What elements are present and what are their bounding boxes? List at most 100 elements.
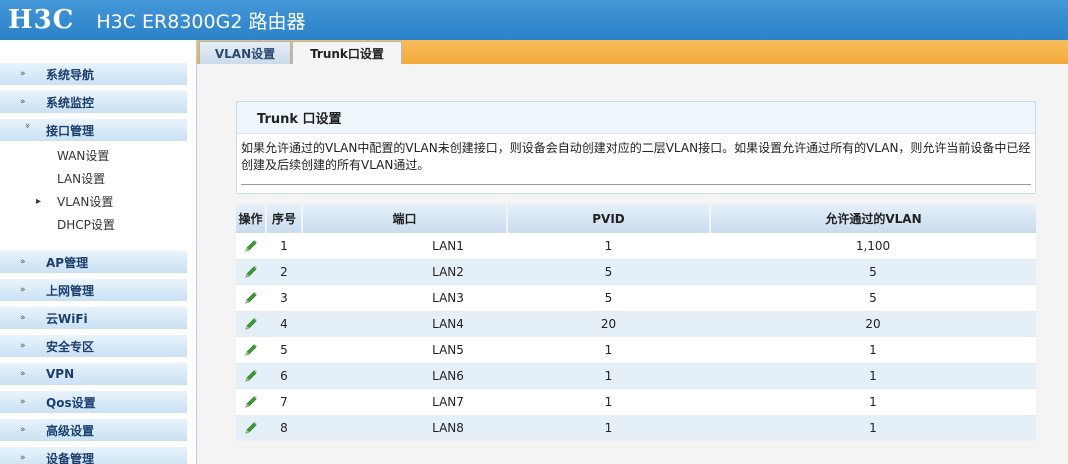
cell-seq: 5 [266, 337, 302, 363]
cell-port: LAN2 [302, 259, 507, 285]
cell-port: LAN4 [302, 311, 507, 337]
cell-pvid: 5 [507, 259, 710, 285]
edit-pencil-icon[interactable] [243, 343, 259, 357]
cell-port: LAN3 [302, 285, 507, 311]
sidebar-item-label: 高级设置 [46, 423, 95, 438]
cell-port: LAN5 [302, 337, 507, 363]
cell-allowed-vlan: 20 [710, 311, 1036, 337]
col-header-pvid: PVID [507, 204, 711, 233]
table-row: 5 LAN5 1 1 [236, 337, 1036, 363]
sidebar-item-label: 接口管理 [46, 123, 95, 138]
sidebar-item-label: 系统导航 [46, 67, 95, 82]
edit-pencil-icon[interactable] [243, 239, 259, 253]
sidebar-item-label: 系统监控 [46, 95, 95, 110]
sidebar-subitem-vlan[interactable]: ▸ VLAN设置 [0, 191, 187, 211]
double-chevron-icon: » [20, 257, 26, 267]
edit-pencil-icon[interactable] [243, 369, 259, 383]
edit-pencil-icon[interactable] [243, 265, 259, 279]
edit-pencil-cell [236, 285, 266, 311]
cell-allowed-vlan: 1 [710, 415, 1036, 441]
edit-pencil-cell [236, 259, 266, 285]
double-chevron-icon: » [20, 97, 26, 107]
edit-pencil-icon[interactable] [243, 421, 259, 435]
cell-pvid: 1 [507, 363, 710, 389]
table-row: 1 LAN1 1 1,100 [236, 233, 1036, 259]
cell-allowed-vlan: 5 [710, 285, 1036, 311]
edit-pencil-icon[interactable] [243, 317, 259, 331]
divider [241, 184, 1031, 185]
sidebar-subitem-lan[interactable]: LAN设置 [0, 168, 187, 188]
double-chevron-down-icon: » [22, 123, 32, 129]
panel-description: 如果允许通过的VLAN中配置的VLAN未创建接口，则设备会自动创建对应的二层VL… [241, 141, 1031, 172]
double-chevron-icon: » [20, 453, 26, 463]
sidebar-item-system-monitor[interactable]: » 系统监控 [0, 91, 187, 113]
double-chevron-icon: » [20, 369, 26, 379]
double-chevron-icon: » [20, 425, 26, 435]
cell-port: LAN7 [302, 389, 507, 415]
sidebar-item-cloud-wifi[interactable]: » 云WiFi [0, 307, 187, 329]
sidebar-item-advanced[interactable]: » 高级设置 [0, 419, 187, 441]
sidebar-item-vpn[interactable]: » VPN [0, 363, 187, 385]
cell-allowed-vlan: 1,100 [710, 233, 1036, 259]
trunk-port-table: 操作 序号 端口 PVID 允许通过的VLAN 1 LAN1 1 1,100 2 LAN2… [236, 204, 1036, 441]
table-row: 3 LAN3 5 5 [236, 285, 1036, 311]
cell-pvid: 1 [507, 415, 710, 441]
double-chevron-icon: » [20, 69, 26, 79]
sidebar-item-label: 上网管理 [46, 283, 95, 298]
double-chevron-icon: » [20, 397, 26, 407]
tab-bar: VLAN设置 Trunk口设置 [197, 40, 1068, 64]
sidebar-item-security[interactable]: » 安全专区 [0, 335, 187, 357]
sidebar-subitem-label: DHCP设置 [57, 217, 115, 232]
cell-seq: 1 [266, 233, 302, 259]
sidebar-subitem-label: WAN设置 [57, 148, 110, 163]
cell-pvid: 1 [507, 233, 710, 259]
col-header-op: 操作 [236, 204, 267, 233]
cell-port: LAN6 [302, 363, 507, 389]
cell-seq: 7 [266, 389, 302, 415]
table-header-row: 操作 序号 端口 PVID 允许通过的VLAN [236, 204, 1036, 233]
sidebar-item-label: AP管理 [46, 255, 89, 270]
sidebar-subitem-label: VLAN设置 [57, 194, 114, 209]
sidebar-item-internet-mgmt[interactable]: » 上网管理 [0, 279, 187, 301]
panel-title: Trunk 口设置 [237, 102, 1035, 134]
sidebar-item-ap-mgmt[interactable]: » AP管理 [0, 251, 187, 273]
table-row: 2 LAN2 5 5 [236, 259, 1036, 285]
cell-pvid: 5 [507, 285, 710, 311]
sidebar-item-label: 安全专区 [46, 339, 95, 354]
cell-pvid: 1 [507, 337, 710, 363]
tab-vlan-settings[interactable]: VLAN设置 [199, 41, 291, 64]
top-header: H3C H3C ER8300G2 路由器 [0, 0, 1068, 40]
cell-seq: 4 [266, 311, 302, 337]
table-row: 7 LAN7 1 1 [236, 389, 1036, 415]
sidebar-nav: » 系统导航 » 系统监控 » 接口管理 WAN设置 LAN设置 ▸ VLAN设… [0, 40, 197, 464]
edit-pencil-cell [236, 233, 266, 259]
cell-seq: 3 [266, 285, 302, 311]
edit-pencil-icon[interactable] [243, 395, 259, 409]
cell-allowed-vlan: 1 [710, 389, 1036, 415]
double-chevron-icon: » [20, 285, 26, 295]
table-row: 4 LAN4 20 20 [236, 311, 1036, 337]
cell-pvid: 1 [507, 389, 710, 415]
sidebar-subitem-dhcp[interactable]: DHCP设置 [0, 214, 187, 234]
table-row: 8 LAN8 1 1 [236, 415, 1036, 441]
sidebar-item-interface-mgmt[interactable]: » 接口管理 [0, 119, 187, 141]
double-chevron-icon: » [20, 341, 26, 351]
cell-port: LAN8 [302, 415, 507, 441]
tab-trunk-settings[interactable]: Trunk口设置 [292, 41, 402, 64]
edit-pencil-cell [236, 415, 266, 441]
sidebar-item-label: 设备管理 [46, 451, 95, 464]
cell-seq: 6 [266, 363, 302, 389]
sidebar-item-device-mgmt[interactable]: » 设备管理 [0, 447, 187, 464]
sidebar-subitem-wan[interactable]: WAN设置 [0, 145, 187, 165]
cell-allowed-vlan: 1 [710, 363, 1036, 389]
table-row: 6 LAN6 1 1 [236, 363, 1036, 389]
col-header-port: 端口 [302, 204, 508, 233]
h3c-logo: H3C [8, 5, 75, 35]
cell-seq: 8 [266, 415, 302, 441]
edit-pencil-icon[interactable] [243, 291, 259, 305]
sidebar-item-system-nav[interactable]: » 系统导航 [0, 63, 187, 85]
cell-pvid: 20 [507, 311, 710, 337]
sidebar-item-qos[interactable]: » Qos设置 [0, 391, 187, 413]
current-item-marker-icon: ▸ [36, 195, 42, 207]
table-body: 1 LAN1 1 1,100 2 LAN2 5 5 3 LAN3 5 5 4 LAN4 20 20 5 LAN5 1… [236, 233, 1036, 441]
